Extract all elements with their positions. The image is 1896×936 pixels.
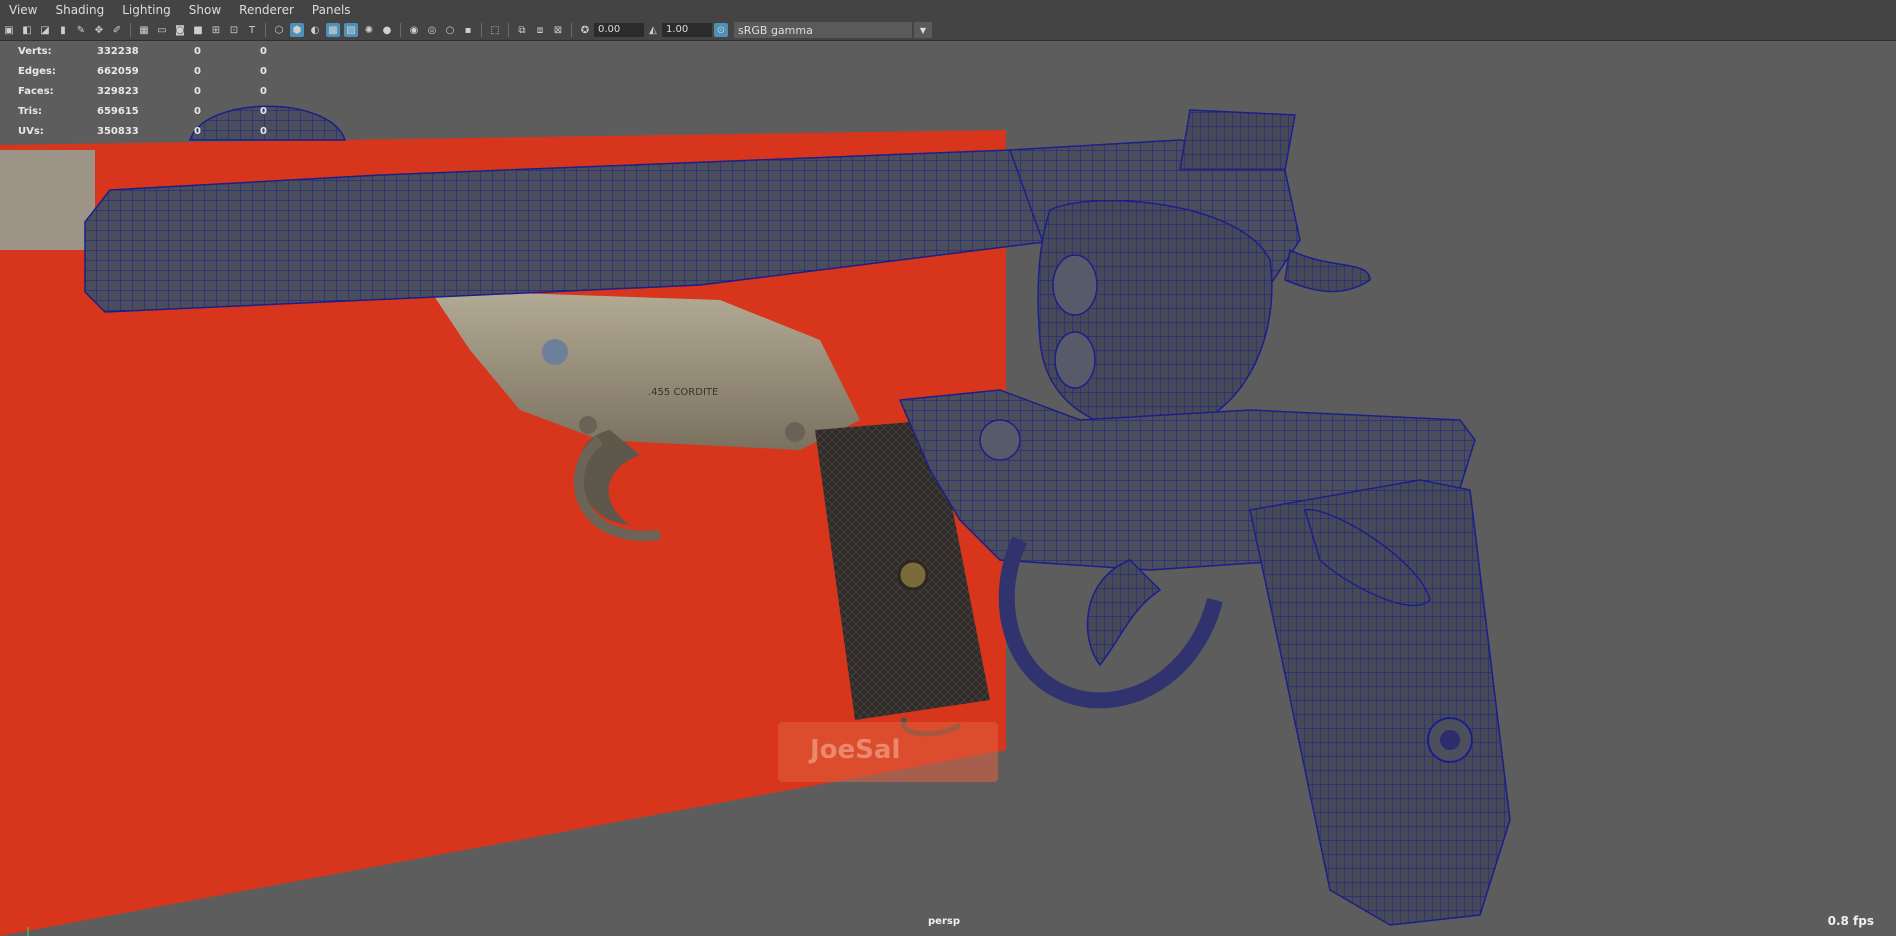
- toolbar-separator: [130, 23, 131, 37]
- viewport-scene: .455 CORDITE JoeSal: [0, 105, 1511, 936]
- gamma-icon[interactable]: ◭: [646, 23, 660, 37]
- hud-value: 0: [260, 85, 267, 97]
- field-chart-icon[interactable]: ⊞: [209, 23, 223, 37]
- multisample-aa-icon[interactable]: ○: [443, 23, 457, 37]
- xray-active-icon[interactable]: ⧈: [533, 23, 547, 37]
- toolbar-separator: [265, 23, 266, 37]
- reference-rail: [0, 150, 95, 250]
- use-default-material-icon[interactable]: ◐: [308, 23, 322, 37]
- exposure-icon[interactable]: ✪: [578, 23, 592, 37]
- reference-screw: [785, 422, 805, 442]
- wireframe-on-shaded-icon[interactable]: ▩: [326, 23, 340, 37]
- isolate-select-icon[interactable]: ⬚: [488, 23, 502, 37]
- mesh-hammer: [1179, 109, 1296, 171]
- backface-culling-icon[interactable]: ⊠: [551, 23, 565, 37]
- heads-up-display: Verts: 332238 0 0 Edges: 662059 0 0 Face…: [18, 41, 267, 141]
- hud-value: 0: [194, 45, 201, 57]
- camera-attributes-icon[interactable]: ◧: [20, 23, 34, 37]
- use-all-lights-icon[interactable]: ✺: [362, 23, 376, 37]
- motion-blur-icon[interactable]: ◎: [425, 23, 439, 37]
- toolbar-separator: [400, 23, 401, 37]
- toolbar-separator: [571, 23, 572, 37]
- shadows-icon[interactable]: ●: [380, 23, 394, 37]
- safe-action-icon[interactable]: ⊡: [227, 23, 241, 37]
- screen-space-ao-icon[interactable]: ◉: [407, 23, 421, 37]
- view-axis-icon: [27, 927, 29, 936]
- hud-value: 0: [194, 85, 201, 97]
- reference-grip-screw: [897, 559, 929, 591]
- depth-of-field-icon[interactable]: ▪: [461, 23, 475, 37]
- mesh-trigger: [1086, 559, 1162, 667]
- gamma-field[interactable]: 1.00: [662, 23, 712, 37]
- reference-watermark: JoeSal: [808, 735, 900, 765]
- fps-readout: 0.8 fps: [1827, 914, 1874, 928]
- toolbar-separator: [508, 23, 509, 37]
- film-gate-icon[interactable]: ▭: [155, 23, 169, 37]
- hud-label: UVs:: [18, 125, 44, 137]
- 2d-pan-zoom-icon[interactable]: ✥: [92, 23, 106, 37]
- hud-value: 332238: [97, 45, 139, 57]
- panel-toolbar: ▣ ◧ ◪ ▮ ✎ ✥ ✐ ▦ ▭ ◙ ■ ⊞ ⊡ T ⬡ ⬢ ◐ ▩ ▨ ✺ …: [0, 20, 1896, 41]
- hud-value: 0: [194, 125, 201, 137]
- hud-value: 0: [260, 45, 267, 57]
- gate-mask-icon[interactable]: ■: [191, 23, 205, 37]
- pencil-icon[interactable]: ✐: [110, 23, 124, 37]
- hud-value: 0: [260, 125, 267, 137]
- hud-value: 0: [194, 105, 201, 117]
- mesh-cylinder-chamber: [1054, 331, 1096, 389]
- menu-panels[interactable]: Panels: [303, 3, 360, 17]
- hud-value: 662059: [97, 65, 139, 77]
- camera-name-label: persp: [928, 916, 960, 927]
- color-management-icon[interactable]: ⊙: [714, 23, 728, 37]
- safe-title-icon[interactable]: T: [245, 23, 259, 37]
- resolution-gate-icon[interactable]: ◙: [173, 23, 187, 37]
- mesh-frame-screw: [979, 419, 1021, 461]
- reference-screw: [542, 339, 568, 365]
- menu-lighting[interactable]: Lighting: [113, 3, 180, 17]
- hud-row-tris: Tris: 659615 0 0: [18, 101, 267, 121]
- viewport[interactable]: .455 CORDITE JoeSal: [0, 41, 1896, 936]
- chevron-down-icon[interactable]: ▼: [914, 22, 932, 38]
- menu-renderer[interactable]: Renderer: [230, 3, 303, 17]
- xray-icon[interactable]: ▨: [344, 23, 358, 37]
- hud-row-verts: Verts: 332238 0 0: [18, 41, 267, 61]
- menu-show[interactable]: Show: [180, 3, 230, 17]
- hud-value: 659615: [97, 105, 139, 117]
- grease-pencil-icon[interactable]: ✎: [74, 23, 88, 37]
- hud-row-uvs: UVs: 350833 0 0: [18, 121, 267, 141]
- mesh-cylinder-chamber: [1052, 254, 1098, 316]
- hud-row-edges: Edges: 662059 0 0: [18, 61, 267, 81]
- hud-row-faces: Faces: 329823 0 0: [18, 81, 267, 101]
- smooth-shade-icon[interactable]: ⬢: [290, 23, 304, 37]
- reference-engraving: .455 CORDITE: [648, 387, 718, 398]
- mesh-grip-screw-inner: [1440, 730, 1460, 750]
- hud-value: 0: [260, 65, 267, 77]
- hud-value: 0: [260, 105, 267, 117]
- select-camera-icon[interactable]: ▣: [2, 23, 16, 37]
- hud-value: 329823: [97, 85, 139, 97]
- wireframe-icon[interactable]: ⬡: [272, 23, 286, 37]
- toolbar-separator: [481, 23, 482, 37]
- grid-icon[interactable]: ▦: [137, 23, 151, 37]
- menu-bar: View Shading Lighting Show Renderer Pane…: [0, 0, 1896, 20]
- hud-label: Faces:: [18, 85, 54, 97]
- exposure-field[interactable]: 0.00: [594, 23, 644, 37]
- hud-value: 0: [194, 65, 201, 77]
- xray-joints-icon[interactable]: ⧉: [515, 23, 529, 37]
- mesh-hammer-spur: [1284, 248, 1371, 293]
- view-transform-select[interactable]: sRGB gamma: [734, 22, 912, 38]
- bookmark-icon[interactable]: ▮: [56, 23, 70, 37]
- hud-label: Verts:: [18, 45, 52, 57]
- reference-screw: [579, 416, 597, 434]
- bookmark-camera-icon[interactable]: ◪: [38, 23, 52, 37]
- menu-shading[interactable]: Shading: [46, 3, 113, 17]
- menu-view[interactable]: View: [0, 3, 46, 17]
- mesh-cylinder: [1037, 199, 1273, 433]
- hud-label: Tris:: [18, 105, 43, 117]
- hud-label: Edges:: [18, 65, 56, 77]
- hud-value: 350833: [97, 125, 139, 137]
